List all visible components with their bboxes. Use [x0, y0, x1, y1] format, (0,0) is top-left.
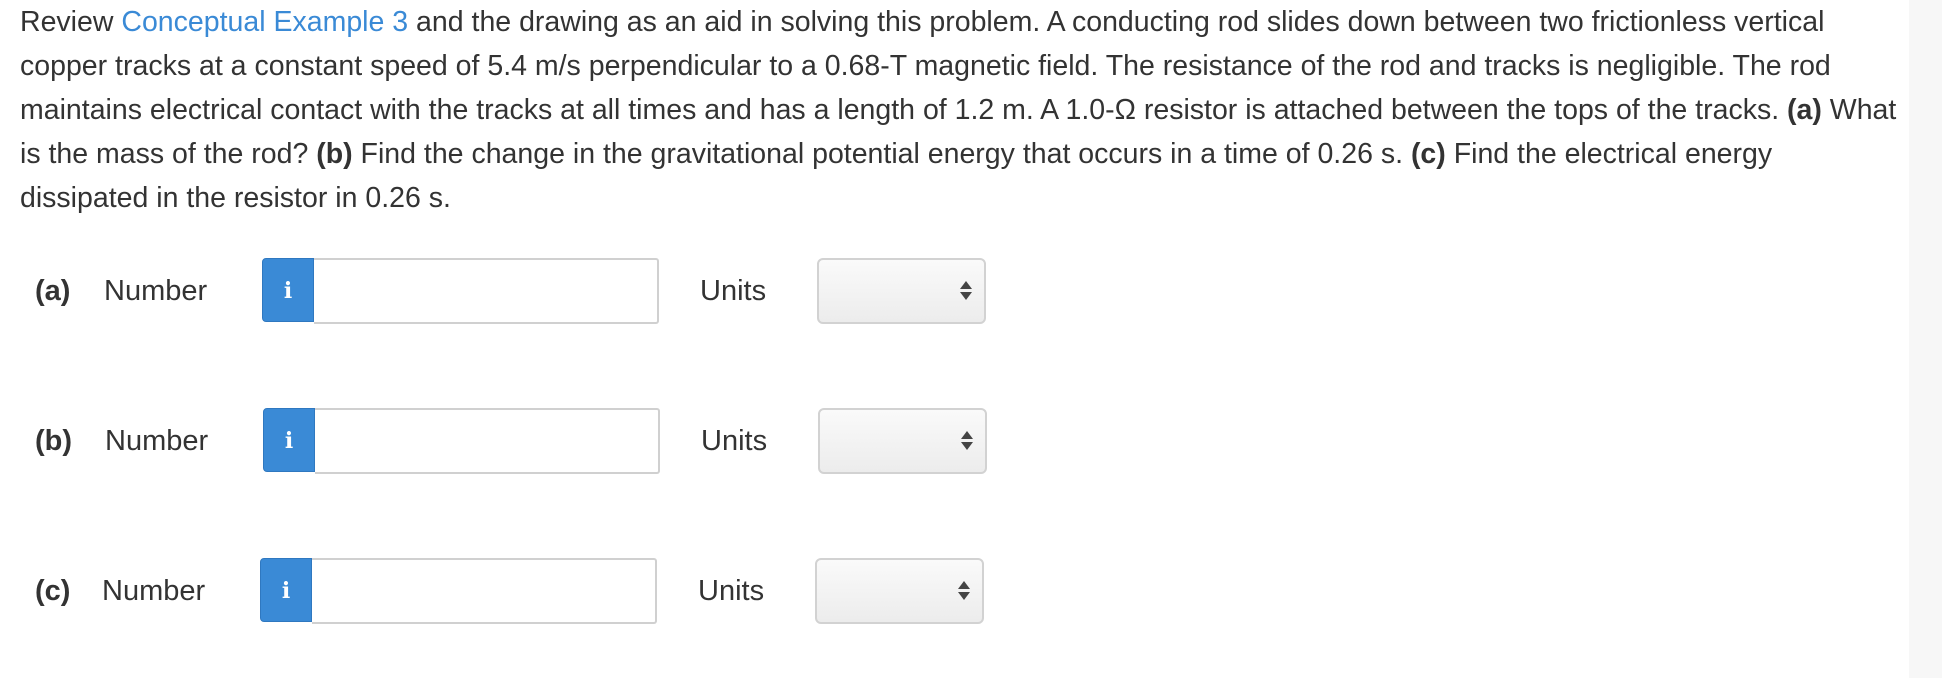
conceptual-example-link[interactable]: Conceptual Example 3 [121, 6, 408, 38]
answer-part-label: (b) [35, 425, 73, 457]
answer-row-b: (b) Number i Units [0, 408, 1000, 474]
select-arrows-icon [961, 431, 973, 451]
answer-part-label: (a) [35, 275, 71, 307]
units-label: Units [698, 575, 765, 607]
number-label: Number [102, 575, 206, 607]
number-label: Number [105, 425, 209, 457]
number-input-c[interactable] [312, 558, 657, 624]
units-select-c[interactable] [815, 558, 984, 624]
info-icon[interactable]: i [263, 408, 315, 472]
part-b-label: (b) [316, 138, 353, 170]
select-arrows-icon [960, 281, 972, 301]
units-label: Units [701, 425, 768, 457]
number-input-a[interactable] [314, 258, 659, 324]
number-input-b[interactable] [315, 408, 660, 474]
select-arrows-icon [958, 581, 970, 601]
question-prefix: Review [20, 6, 122, 38]
answer-row-a: (a) Number i Units [0, 258, 1000, 324]
number-label: Number [104, 275, 208, 307]
units-label: Units [700, 275, 767, 307]
info-icon[interactable]: i [262, 258, 314, 322]
part-b-text: Find the change in the gravitational pot… [352, 138, 1411, 170]
units-select-b[interactable] [818, 408, 987, 474]
answer-part-label: (c) [35, 575, 71, 607]
part-c-label: (c) [1410, 138, 1446, 170]
info-icon[interactable]: i [260, 558, 312, 622]
question-text: Review Conceptual Example 3 and the draw… [20, 0, 1900, 220]
answer-row-c: (c) Number i Units [0, 558, 1000, 624]
part-a-label: (a) [1787, 94, 1822, 126]
units-select-a[interactable] [817, 258, 986, 324]
page-right-edge [1909, 0, 1942, 678]
